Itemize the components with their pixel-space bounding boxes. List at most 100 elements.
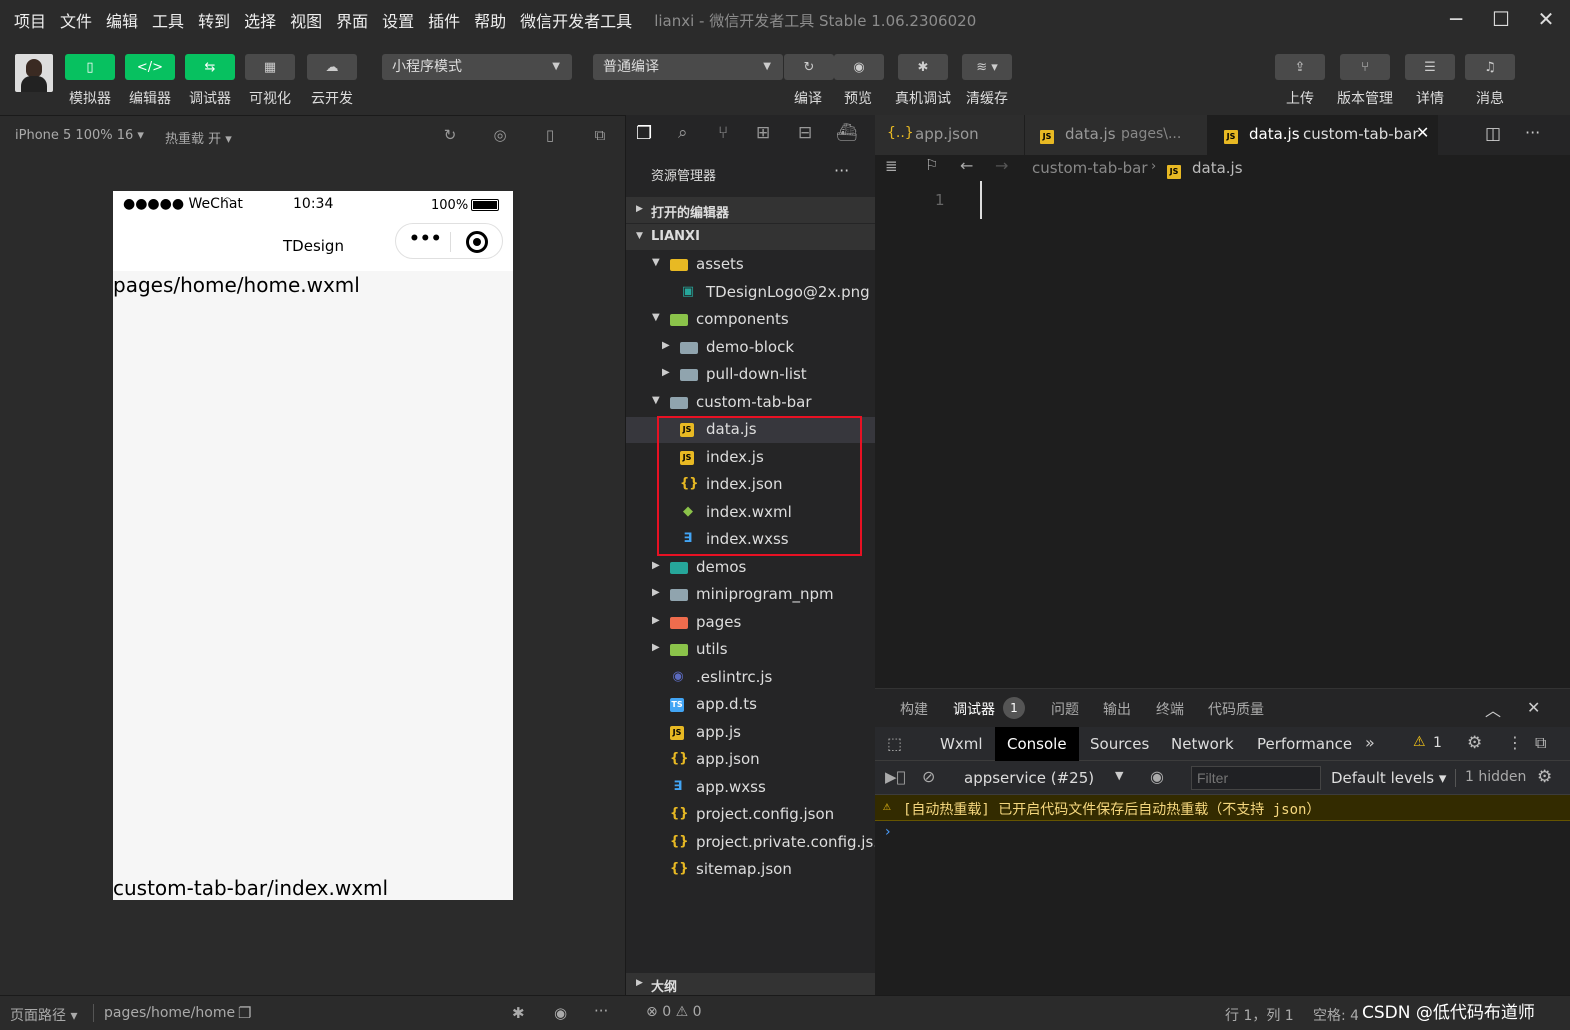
maximize-icon[interactable]: ☐ xyxy=(1481,4,1521,34)
settings-gear-icon[interactable]: ⚙ xyxy=(1467,733,1482,753)
page-path-label[interactable]: 页面路径 ▾ xyxy=(10,1005,77,1025)
eye-icon[interactable]: ◉ xyxy=(554,1004,567,1022)
docker-icon[interactable]: ⛴ xyxy=(836,123,858,143)
bookmark-icon[interactable]: ⚐ xyxy=(925,156,938,174)
record-icon[interactable]: ◎ xyxy=(490,126,510,146)
version-button[interactable]: ⑂ xyxy=(1340,54,1390,80)
tree-item[interactable]: ◉ .eslintrc.js xyxy=(626,665,876,691)
close-tab-icon[interactable]: ✕ xyxy=(1416,123,1429,142)
outline-section[interactable]: ▶ 大纲 xyxy=(626,973,876,995)
back-icon[interactable]: ← xyxy=(960,156,973,175)
tree-item[interactable]: ▶ demos xyxy=(626,555,876,581)
tab-wxml[interactable]: Wxml xyxy=(928,727,995,761)
console-prompt-icon[interactable]: › xyxy=(885,824,891,840)
cloud-button[interactable]: ☁ xyxy=(307,54,357,80)
more-dots-icon[interactable]: ••• xyxy=(409,229,442,249)
compile-button[interactable]: ↻ xyxy=(784,54,834,80)
bug-icon[interactable]: ✱ xyxy=(512,1004,525,1022)
tree-item[interactable]: {} project.config.json xyxy=(626,802,876,828)
filter-input[interactable] xyxy=(1191,766,1321,790)
git-icon[interactable]: ⑂ xyxy=(718,123,728,143)
editor-button[interactable]: </> xyxy=(125,54,175,80)
upload-button[interactable]: ⇪ xyxy=(1275,54,1325,80)
menu-item-file[interactable]: 文件 xyxy=(60,8,92,32)
remote-debug-button[interactable]: ✱ xyxy=(898,54,948,80)
warning-icon[interactable]: ⚠ xyxy=(1413,734,1426,750)
menu-item-view[interactable]: 视图 xyxy=(290,8,322,32)
indent-spaces[interactable]: 空格: 4 xyxy=(1313,1005,1359,1025)
cursor-position[interactable]: 行 1，列 1 xyxy=(1225,1005,1294,1025)
more-icon[interactable]: ··· xyxy=(1525,123,1540,142)
chevron-right-icon[interactable]: ▶ xyxy=(662,340,670,351)
phone-screen[interactable]: ●●●●● WeChat ◠ 10:34 100% TDesign ••• pa… xyxy=(113,191,513,900)
tab-console[interactable]: Console xyxy=(995,727,1079,761)
context-select[interactable]: appservice (#25) xyxy=(964,769,1094,787)
menu-item-goto[interactable]: 转到 xyxy=(198,8,230,32)
inspect-icon[interactable]: ⬚ xyxy=(887,734,902,753)
visual-button[interactable]: ▦ xyxy=(245,54,295,80)
hot-reload-select[interactable]: 热重载 开 ▾ xyxy=(165,128,232,147)
sidebar-toggle-icon[interactable]: ▶⃞ xyxy=(885,768,906,786)
menu-item-plugins[interactable]: 插件 xyxy=(428,8,460,32)
kebab-icon[interactable]: ⋮ xyxy=(1507,733,1523,752)
chevron-down-icon[interactable]: ▼ xyxy=(652,312,660,323)
menu-item-select[interactable]: 选择 xyxy=(244,8,276,32)
preview-button[interactable]: ◉ xyxy=(834,54,884,80)
close-panel-icon[interactable]: ✕ xyxy=(1527,698,1540,717)
list-icon[interactable]: ≣ xyxy=(885,157,898,175)
copy-icon[interactable]: ❐ xyxy=(238,1004,251,1022)
chevron-right-icon[interactable]: ▶ xyxy=(652,642,660,653)
close-window-icon[interactable]: ✕ xyxy=(1526,4,1566,34)
more-actions-icon[interactable]: ··· xyxy=(834,161,849,180)
dock-icon[interactable]: ⧉ xyxy=(1535,733,1546,753)
debugger-button[interactable]: ⇆ xyxy=(185,54,235,80)
breadcrumb-file[interactable]: data.js xyxy=(1192,159,1243,177)
tab-code-quality[interactable]: 代码质量 xyxy=(1208,699,1264,719)
tab-performance[interactable]: Performance xyxy=(1245,727,1364,761)
tree-item[interactable]: {} sitemap.json xyxy=(626,857,876,883)
tree-item[interactable]: JS app.js xyxy=(626,720,876,746)
tab-network[interactable]: Network xyxy=(1159,727,1246,761)
chevron-down-icon[interactable]: ▼ xyxy=(652,257,660,268)
forward-icon[interactable]: → xyxy=(995,156,1008,175)
tree-item[interactable]: {} project.private.config.js... xyxy=(626,830,888,856)
capsule-menu[interactable]: ••• xyxy=(395,223,503,259)
files-icon[interactable]: ❐ xyxy=(636,123,652,144)
tab-problems[interactable]: 问题 xyxy=(1051,699,1079,719)
eye-icon[interactable]: ◉ xyxy=(1150,767,1164,786)
menu-item-wechat-devtools[interactable]: 微信开发者工具 xyxy=(520,8,632,32)
tree-item[interactable]: ▶ pages xyxy=(626,610,876,636)
tab-build[interactable]: 构建 xyxy=(900,699,928,719)
chevron-right-icon[interactable]: ▶ xyxy=(652,587,660,598)
chevron-right-icon[interactable]: ▶ xyxy=(662,367,670,378)
messages-button[interactable]: ♫ xyxy=(1465,54,1515,80)
simulator-button[interactable]: ▯ xyxy=(65,54,115,80)
open-editors-section[interactable]: ▶ 打开的编辑器 xyxy=(626,197,876,223)
details-button[interactable]: ☰ xyxy=(1405,54,1455,80)
menu-item-project[interactable]: 项目 xyxy=(14,8,46,32)
clear-console-icon[interactable]: ⊘ xyxy=(922,767,935,786)
rotate-icon[interactable]: ↻ xyxy=(440,126,460,146)
menu-item-help[interactable]: 帮助 xyxy=(474,8,506,32)
menu-item-interface[interactable]: 界面 xyxy=(336,8,368,32)
tree-item[interactable]: TS app.d.ts xyxy=(626,692,876,718)
tree-item[interactable]: ▼ custom-tab-bar xyxy=(626,390,876,416)
tab-sources[interactable]: Sources xyxy=(1078,727,1161,761)
mode-select[interactable]: 小程序模式 ▼ xyxy=(382,54,572,80)
console-settings-icon[interactable]: ⚙ xyxy=(1537,767,1552,787)
phone-frame-icon[interactable]: ▯ xyxy=(540,126,560,146)
code-area[interactable] xyxy=(975,181,1570,681)
tree-item[interactable]: ▶ demo-block xyxy=(626,335,876,361)
breadcrumb-folder[interactable]: custom-tab-bar xyxy=(1032,159,1148,177)
chevron-down-icon[interactable]: ▼ xyxy=(652,395,660,406)
tree-item[interactable]: ▣ TDesignLogo@2x.png xyxy=(626,280,876,306)
tree-item[interactable]: ▶ miniprogram_npm xyxy=(626,582,876,608)
tab-data-js-pages[interactable]: JS data.js pages\... xyxy=(1025,115,1208,155)
more-icon[interactable]: ··· xyxy=(594,1002,608,1020)
popout-icon[interactable]: ⧉ xyxy=(590,126,610,146)
tab-output[interactable]: 输出 xyxy=(1103,699,1131,719)
chevron-right-icon[interactable]: ▶ xyxy=(652,560,660,571)
tree-item[interactable]: ▼ components xyxy=(626,307,876,333)
tree-item[interactable]: ∃ app.wxss xyxy=(626,775,876,801)
search-icon[interactable]: ⌕ xyxy=(678,123,688,143)
